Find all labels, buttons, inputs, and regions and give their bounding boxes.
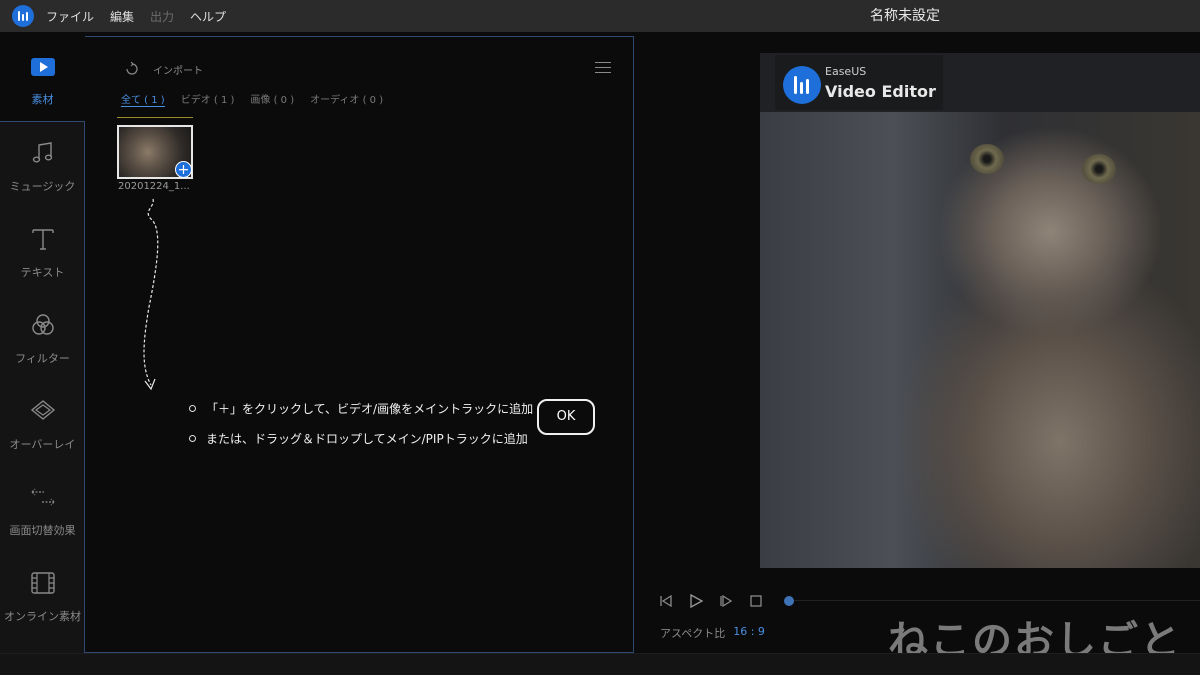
hint-text: 「＋」をクリックして、ビデオ/画像をメイントラックに追加 または、ドラッグ＆ドロ… — [189, 393, 533, 453]
overlay-diamond-icon — [30, 400, 56, 420]
import-icon — [126, 62, 138, 75]
brand-watermark: EaseUS Video Editor — [775, 55, 943, 110]
sidebar-item-label: 画面切替効果 — [9, 524, 76, 537]
tab-audio[interactable]: オーディオ ( 0 ) — [310, 91, 383, 107]
menu-export[interactable]: 出力 — [150, 8, 174, 25]
easeus-logo-icon — [783, 66, 821, 104]
sidebar-item-label: ミュージック — [9, 180, 76, 193]
sidebar-item-label: 素材 — [31, 93, 54, 106]
list-view-icon[interactable] — [595, 61, 611, 75]
bottom-bar — [0, 653, 1200, 675]
brand-product: Video Editor — [825, 82, 936, 101]
aspect-value: 16 : 9 — [733, 625, 765, 638]
bullet-icon — [189, 404, 196, 412]
sidebar-item-label: オンライン素材 — [4, 610, 81, 623]
sidebar-item-filter[interactable]: フィルター — [0, 294, 85, 380]
sidebar-item-transition[interactable]: 画面切替効果 — [0, 466, 85, 552]
title-bar: ファイル 編集 出力 ヘルプ 名称未設定 — [0, 0, 1200, 32]
aspect-label: アスペクト比 — [660, 627, 726, 640]
transition-arrows-icon — [31, 488, 55, 506]
sidebar: 素材 ミュージック テキスト フィルター オーバーレイ 画面切替効果 オンライン… — [0, 36, 85, 653]
sidebar-item-music[interactable]: ミュージック — [0, 122, 85, 208]
filter-circles-icon — [32, 314, 54, 335]
sidebar-item-text[interactable]: テキスト — [0, 208, 85, 294]
media-tabs: 全て ( 1 ) ビデオ ( 1 ) 画像 ( 0 ) オーディオ ( 0 ) — [121, 91, 383, 107]
sidebar-item-label: オーバーレイ — [9, 438, 76, 451]
media-panel: インポート 全て ( 1 ) ビデオ ( 1 ) 画像 ( 0 ) オーディオ … — [85, 36, 634, 653]
thumbnail-frame — [117, 117, 193, 123]
menu-file[interactable]: ファイル — [46, 8, 94, 25]
tab-all[interactable]: 全て ( 1 ) — [121, 91, 165, 107]
menu-bar: ファイル 編集 出力 ヘルプ — [46, 0, 226, 32]
media-filename: 20201224_1... — [118, 181, 190, 192]
import-label: インポート — [153, 65, 203, 77]
tab-image[interactable]: 画像 ( 0 ) — [250, 91, 294, 107]
previous-frame-icon[interactable] — [658, 593, 674, 609]
timeline-scrubber[interactable] — [784, 596, 794, 606]
video-preview — [760, 53, 1200, 568]
sidebar-item-overlay[interactable]: オーバーレイ — [0, 380, 85, 466]
app-logo-icon[interactable] — [12, 5, 34, 27]
cat-preview-image — [760, 112, 1200, 568]
window-title: 名称未設定 — [870, 8, 940, 24]
tab-video[interactable]: ビデオ ( 1 ) — [181, 91, 235, 107]
cat-eye — [1082, 154, 1116, 184]
hint-line-1: 「＋」をクリックして、ビデオ/画像をメイントラックに追加 — [206, 401, 534, 416]
sidebar-item-online-media[interactable]: オンライン素材 — [0, 552, 85, 638]
menu-edit[interactable]: 編集 — [110, 8, 134, 25]
film-strip-icon — [31, 572, 55, 594]
play-icon[interactable] — [688, 593, 704, 609]
sidebar-item-media[interactable]: 素材 — [0, 36, 85, 122]
menu-help[interactable]: ヘルプ — [190, 8, 226, 25]
media-play-icon — [31, 58, 55, 76]
playback-timeline[interactable] — [784, 596, 1200, 606]
hint-arrow-icon — [143, 198, 159, 391]
cat-eye — [970, 144, 1004, 174]
aspect-ratio[interactable]: アスペクト比 16 : 9 — [660, 625, 765, 641]
bullet-icon — [189, 434, 196, 442]
brand-company: EaseUS — [825, 65, 867, 78]
music-note-icon — [32, 142, 53, 163]
next-frame-icon[interactable] — [718, 593, 734, 609]
text-t-icon — [32, 229, 54, 250]
hint-line-2: または、ドラッグ＆ドロップしてメイン/PIPトラックに追加 — [206, 431, 528, 446]
stop-icon[interactable] — [748, 593, 764, 609]
add-to-track-button[interactable]: + — [175, 161, 192, 178]
ok-button[interactable]: OK — [537, 399, 595, 435]
playback-controls — [658, 592, 764, 610]
import-button[interactable]: インポート — [123, 61, 203, 77]
timeline-track — [790, 600, 1200, 601]
sidebar-item-label: テキスト — [20, 266, 65, 279]
sidebar-item-label: フィルター — [15, 352, 70, 365]
